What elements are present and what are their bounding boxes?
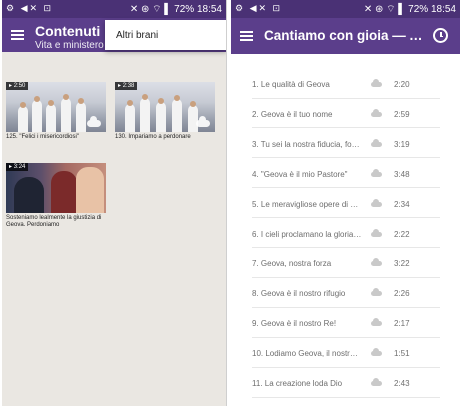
song-duration: 3:22	[394, 259, 410, 269]
video-duration: ▸ 3:24	[6, 163, 29, 171]
song-duration: 2:22	[394, 229, 410, 239]
right-screen: ⚙ ◀✕ ⊡ ✕ ⊛ ⌔ ▌ 72% 18:54 Cantiamo con gi…	[231, 0, 460, 406]
song-duration: 2:17	[394, 319, 410, 329]
status-time: 18:54	[196, 4, 222, 15]
status-left-icons: ⚙ ◀✕ ⊡	[235, 3, 283, 13]
battery-level: 72%	[408, 4, 429, 15]
song-title: 7. Geova, nostra forza	[252, 259, 332, 269]
song-title: 1. Le qualità di Geova	[252, 80, 330, 89]
battery-level: 72%	[174, 4, 195, 15]
cloud-download-icon[interactable]	[371, 318, 382, 327]
song-duration: 2:20	[394, 80, 410, 89]
song-title: 9. Geova è il nostro Re!	[252, 319, 337, 329]
clock-icon[interactable]	[433, 28, 448, 43]
song-duration: 2:34	[394, 199, 410, 209]
left-screen: ⚙ ◀✕ ⊡ ✕ ⊛ ⌔ ▌ 72% 18:54 Contenuti m Vit…	[2, 0, 227, 406]
song-row[interactable]: 6. I cieli proclamano la gloria di ... 2:…	[252, 219, 440, 248]
cloud-download-icon[interactable]	[371, 378, 382, 386]
status-right: ✕ ⊛ ⌔ ▌ 72% 18:54	[130, 3, 222, 16]
song-duration: 2:43	[394, 379, 410, 388]
video-thumbnail[interactable]: ▸ 3:24	[6, 163, 106, 213]
song-duration: 1:51	[394, 349, 410, 359]
song-duration: 2:26	[394, 289, 410, 299]
status-time: 18:54	[430, 4, 456, 15]
cloud-download-icon[interactable]	[371, 258, 382, 267]
status-left-icons: ⚙ ◀✕ ⊡	[6, 3, 54, 13]
cloud-download-icon[interactable]	[371, 138, 382, 147]
song-row[interactable]: 1. Le qualità di Geova 2:20	[252, 69, 440, 99]
video-item[interactable]: ▸ 2:38 130. Impariamo a perdonare	[115, 82, 215, 141]
song-title: 6. I cieli proclamano la gloria di ...	[252, 229, 362, 239]
song-title: 5. Le meravigliose opere di Dio	[252, 199, 362, 209]
page-subtitle: Vita e ministero	[35, 40, 104, 51]
hamburger-icon[interactable]	[11, 30, 24, 40]
cloud-download-icon[interactable]	[371, 348, 382, 357]
video-title: Sosteniamo lealmente la giustizia di Geo…	[6, 215, 102, 228]
song-duration: 3:19	[394, 139, 410, 149]
song-row[interactable]: 3. Tu sei la nostra fiducia, forza ... 3:…	[252, 129, 440, 159]
song-row[interactable]: 9. Geova è il nostro Re! 2:17	[252, 308, 440, 338]
song-row[interactable]: 11. La creazione loda Dio 2:43	[252, 368, 440, 398]
video-title: 125. "Felici i misericordiosi"	[6, 134, 79, 140]
cloud-download-icon[interactable]	[371, 108, 382, 117]
menu-item-other-songs[interactable]: Altri brani	[116, 30, 158, 41]
song-title: 2. Geova è il tuo nome	[252, 109, 333, 119]
status-right: ✕ ⊛ ⌔ ▌ 72% 18:54	[364, 3, 456, 16]
cloud-download-icon[interactable]	[371, 288, 382, 297]
cloud-download-icon[interactable]	[196, 116, 210, 127]
video-duration: ▸ 2:38	[115, 82, 138, 90]
song-title: 4. "Geova è il mio Pastore"	[252, 169, 348, 179]
song-row[interactable]: 7. Geova, nostra forza 3:22	[252, 248, 440, 278]
video-title: 130. Impariamo a perdonare	[115, 134, 191, 140]
video-item[interactable]: ▸ 2:50 125. "Felici i misericordiosi"	[6, 82, 106, 141]
song-row[interactable]: 5. Le meravigliose opere di Dio 2:34	[252, 189, 440, 219]
song-row[interactable]: 10. Lodiamo Geova, il nostro Dio! 1:51	[252, 338, 440, 368]
video-duration: ▸ 2:50	[6, 82, 29, 90]
song-title: 10. Lodiamo Geova, il nostro Dio!	[252, 349, 362, 359]
song-duration: 2:59	[394, 109, 410, 119]
cloud-download-icon[interactable]	[371, 228, 382, 237]
app-bar: Cantiamo con gioia — Adu...	[231, 18, 460, 54]
song-row[interactable]: 2. Geova è il tuo nome 2:59	[252, 99, 440, 129]
cloud-download-icon[interactable]	[371, 198, 382, 207]
song-row[interactable]: 8. Geova è il nostro rifugio 2:26	[252, 278, 440, 308]
song-title: 11. La creazione loda Dio	[252, 379, 343, 388]
video-item[interactable]: ▸ 3:24 Sosteniamo lealmente la giustizia…	[6, 163, 106, 229]
song-title: 3. Tu sei la nostra fiducia, forza ...	[252, 139, 362, 149]
song-title: 8. Geova è il nostro rifugio	[252, 289, 346, 299]
status-bar: ⚙ ◀✕ ⊡ ✕ ⊛ ⌔ ▌ 72% 18:54	[231, 0, 460, 18]
cloud-download-icon[interactable]	[371, 168, 382, 177]
status-bar: ⚙ ◀✕ ⊡ ✕ ⊛ ⌔ ▌ 72% 18:54	[2, 0, 226, 18]
status-icons: ✕ ⊛ ⌔ ▌	[363, 4, 406, 15]
song-row[interactable]: 4. "Geova è il mio Pastore" 3:48	[252, 159, 440, 189]
status-icons: ✕ ⊛ ⌔ ▌	[129, 4, 172, 15]
cloud-download-icon[interactable]	[371, 79, 382, 87]
page-title: Cantiamo con gioia — Adu...	[264, 28, 424, 43]
video-thumbnail[interactable]: ▸ 2:50	[6, 82, 106, 132]
song-duration: 3:48	[394, 169, 410, 179]
cloud-download-icon[interactable]	[87, 116, 101, 127]
hamburger-icon[interactable]	[240, 31, 253, 41]
overflow-menu: Altri brani	[105, 20, 226, 50]
video-thumbnail[interactable]: ▸ 2:38	[115, 82, 215, 132]
